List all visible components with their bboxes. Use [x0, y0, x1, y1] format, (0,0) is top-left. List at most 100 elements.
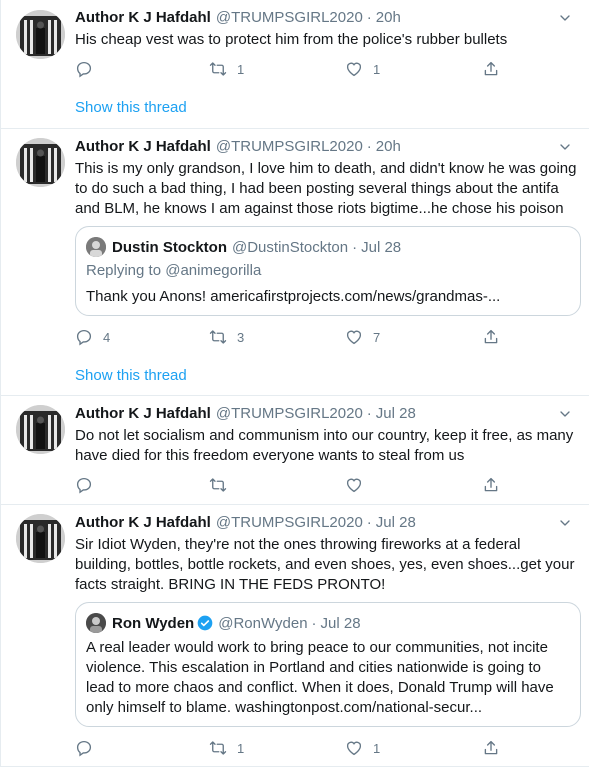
- author-handle[interactable]: @TRUMPSGIRL2020: [216, 513, 363, 533]
- quoted-tweet[interactable]: Dustin Stockton @DustinStockton · Jul 28…: [75, 226, 581, 316]
- quoted-tweet-header: Ron Wyden @RonWyden · Jul 28: [86, 613, 361, 633]
- tweet-feed: Author K J Hafdahl @TRUMPSGIRL2020 · 20h…: [0, 0, 589, 767]
- quoted-avatar: [86, 237, 106, 257]
- avatar[interactable]: [16, 138, 65, 187]
- share-button[interactable]: [482, 59, 500, 79]
- tweet-text: His cheap vest was to protect him from t…: [75, 31, 508, 48]
- timestamp[interactable]: 20h: [376, 8, 401, 28]
- like-count: 1: [373, 740, 381, 756]
- timestamp[interactable]: 20h: [376, 137, 401, 157]
- reply-button[interactable]: [75, 475, 103, 495]
- tweet-actions: [75, 475, 535, 495]
- avatar[interactable]: [16, 405, 65, 454]
- author-handle[interactable]: @TRUMPSGIRL2020: [216, 404, 363, 424]
- author-name[interactable]: Author K J Hafdahl: [75, 404, 211, 424]
- tweet-text: Do not let socialism and communism into …: [75, 427, 574, 464]
- share-button[interactable]: [482, 475, 500, 495]
- retweet-icon: [209, 476, 227, 494]
- separator-dot: ·: [311, 614, 317, 632]
- timestamp[interactable]: Jul 28: [376, 404, 416, 424]
- quoted-avatar: [86, 613, 106, 633]
- quoted-tweet-text: A real leader would work to bring peace …: [86, 639, 554, 716]
- retweet-icon: [209, 60, 227, 78]
- show-thread-link[interactable]: Show this thread: [75, 99, 187, 116]
- tweet-actions: 1 1: [75, 738, 535, 758]
- quoted-author-name: Dustin Stockton: [112, 238, 227, 256]
- retweet-icon: [209, 328, 227, 346]
- like-count: 1: [373, 61, 381, 77]
- retweet-button[interactable]: [209, 475, 237, 495]
- reply-button[interactable]: [75, 738, 103, 758]
- retweet-button[interactable]: 1: [209, 59, 244, 79]
- quoted-author-name: Ron Wyden: [112, 614, 195, 632]
- tweet-text: Sir Idiot Wyden, they're not the ones th…: [75, 536, 575, 593]
- reply-icon: [75, 476, 93, 494]
- quoted-timestamp: Jul 28: [320, 614, 361, 632]
- retweet-button[interactable]: 3: [209, 327, 244, 347]
- show-thread-link[interactable]: Show this thread: [75, 367, 187, 384]
- timestamp[interactable]: Jul 28: [376, 513, 416, 533]
- like-icon: [345, 60, 363, 78]
- tweet-header: Author K J Hafdahl @TRUMPSGIRL2020 · Jul…: [75, 404, 577, 424]
- separator-dot: ·: [352, 238, 358, 256]
- like-button[interactable]: 1: [345, 59, 380, 79]
- quoted-tweet[interactable]: Ron Wyden @RonWyden · Jul 28 A real lead…: [75, 602, 581, 727]
- tweet[interactable]: Author K J Hafdahl @TRUMPSGIRL2020 · Jul…: [1, 396, 589, 505]
- separator-dot: ·: [366, 514, 372, 531]
- replying-to: Replying to @animegorilla: [86, 262, 262, 279]
- share-icon: [482, 60, 500, 78]
- tweet-header: Author K J Hafdahl @TRUMPSGIRL2020 · 20h: [75, 8, 577, 28]
- caret-down-icon[interactable]: [557, 10, 573, 26]
- quoted-author-handle: @DustinStockton: [232, 238, 349, 256]
- tweet[interactable]: Author K J Hafdahl @TRUMPSGIRL2020 · 20h…: [1, 0, 589, 129]
- retweet-icon: [209, 739, 227, 757]
- like-count: 7: [373, 329, 381, 345]
- reply-icon: [75, 60, 93, 78]
- tweet-header: Author K J Hafdahl @TRUMPSGIRL2020 · 20h: [75, 137, 577, 157]
- share-icon: [482, 328, 500, 346]
- quoted-timestamp: Jul 28: [361, 238, 402, 256]
- tweet-actions: 4 3 7: [75, 327, 535, 347]
- retweet-count: 3: [237, 329, 245, 345]
- reply-button[interactable]: [75, 59, 103, 79]
- tweet[interactable]: Author K J Hafdahl @TRUMPSGIRL2020 · Jul…: [1, 505, 589, 767]
- share-icon: [482, 739, 500, 757]
- tweet-actions: 1 1: [75, 59, 535, 79]
- author-name[interactable]: Author K J Hafdahl: [75, 137, 211, 157]
- separator-dot: ·: [366, 138, 372, 155]
- caret-down-icon[interactable]: [557, 406, 573, 422]
- tweet[interactable]: Author K J Hafdahl @TRUMPSGIRL2020 · 20h…: [1, 129, 589, 396]
- author-handle[interactable]: @TRUMPSGIRL2020: [216, 8, 363, 28]
- separator-dot: ·: [366, 405, 372, 422]
- author-name[interactable]: Author K J Hafdahl: [75, 8, 211, 28]
- like-icon: [345, 328, 363, 346]
- quoted-tweet-text: Thank you Anons! americafirstprojects.co…: [86, 288, 501, 305]
- avatar[interactable]: [16, 10, 65, 59]
- like-button[interactable]: 7: [345, 327, 380, 347]
- reply-count: 4: [103, 329, 111, 345]
- caret-down-icon[interactable]: [557, 139, 573, 155]
- retweet-count: 1: [237, 740, 245, 756]
- quoted-author-handle: @RonWyden: [218, 614, 308, 632]
- avatar[interactable]: [16, 514, 65, 563]
- quoted-tweet-header: Dustin Stockton @DustinStockton · Jul 28: [86, 237, 401, 257]
- author-handle[interactable]: @TRUMPSGIRL2020: [216, 137, 363, 157]
- retweet-count: 1: [237, 61, 245, 77]
- reply-icon: [75, 739, 93, 757]
- separator-dot: ·: [366, 9, 372, 26]
- reply-icon: [75, 328, 93, 346]
- share-button[interactable]: [482, 738, 500, 758]
- share-icon: [482, 476, 500, 494]
- tweet-text: This is my only grandson, I love him to …: [75, 160, 577, 217]
- author-name[interactable]: Author K J Hafdahl: [75, 513, 211, 533]
- like-icon: [345, 739, 363, 757]
- retweet-button[interactable]: 1: [209, 738, 244, 758]
- like-button[interactable]: [345, 475, 373, 495]
- tweet-header: Author K J Hafdahl @TRUMPSGIRL2020 · Jul…: [75, 513, 577, 533]
- like-icon: [345, 476, 363, 494]
- like-button[interactable]: 1: [345, 738, 380, 758]
- reply-button[interactable]: 4: [75, 327, 110, 347]
- caret-down-icon[interactable]: [557, 515, 573, 531]
- verified-badge-icon: [197, 615, 213, 631]
- share-button[interactable]: [482, 327, 500, 347]
